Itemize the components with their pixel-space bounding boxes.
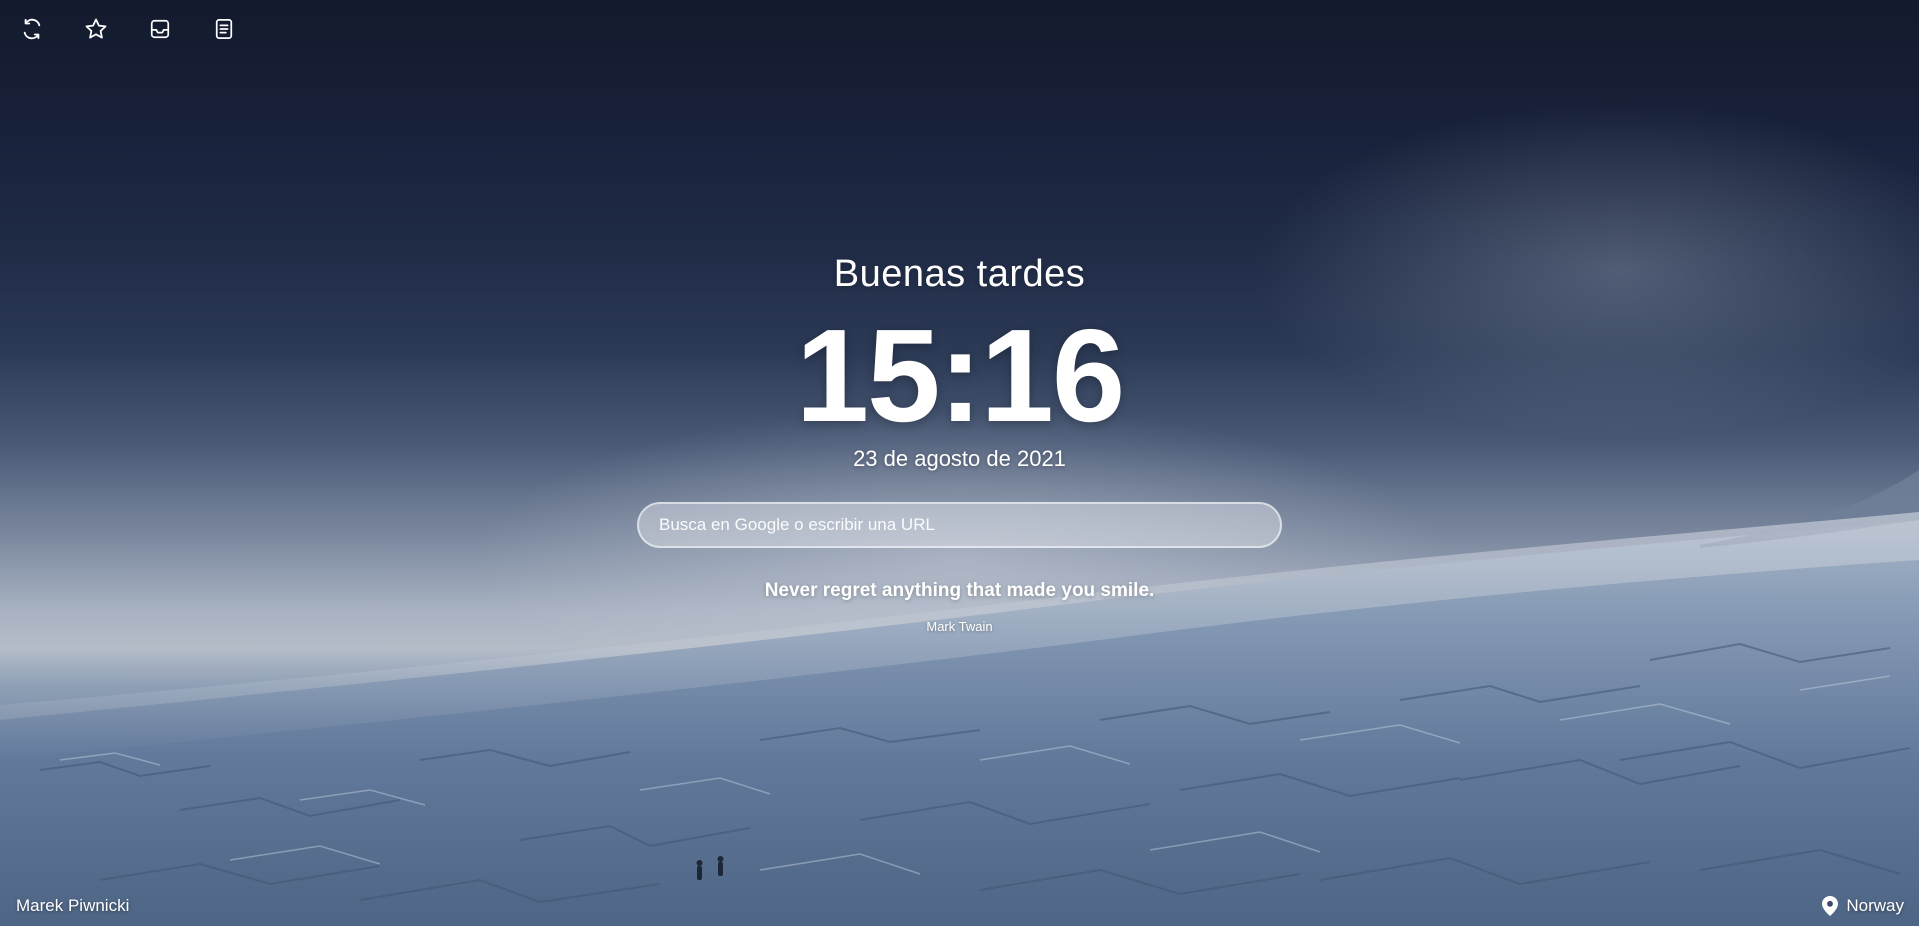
- current-date: 23 de agosto de 2021: [853, 446, 1066, 471]
- search-bar: [637, 502, 1282, 548]
- star-icon: [85, 18, 107, 39]
- refresh-background-button[interactable]: [14, 13, 50, 45]
- notes-button[interactable]: [206, 13, 242, 45]
- clock-time: 15:16: [795, 302, 1126, 449]
- favorites-button[interactable]: [78, 13, 114, 45]
- notes-icon: [215, 19, 233, 39]
- quote-text: Never regret anything that made you smil…: [764, 580, 1155, 601]
- inbox-button[interactable]: [142, 13, 178, 45]
- top-toolbar: [14, 13, 242, 45]
- location-pin-icon: [1822, 896, 1839, 916]
- quote-author: Mark Twain: [926, 619, 993, 634]
- photo-location-link[interactable]: Norway: [1822, 896, 1904, 916]
- search-input[interactable]: [637, 502, 1282, 548]
- inbox-icon: [150, 19, 170, 39]
- greeting-text: Buenas tardes: [833, 253, 1086, 295]
- center-panel: Buenas tardes 15:16 23 de agosto de 2021…: [0, 248, 1919, 636]
- refresh-icon: [23, 18, 41, 40]
- location-label: Norway: [1846, 896, 1904, 915]
- photo-credit-link[interactable]: Marek Piwnicki: [16, 896, 129, 916]
